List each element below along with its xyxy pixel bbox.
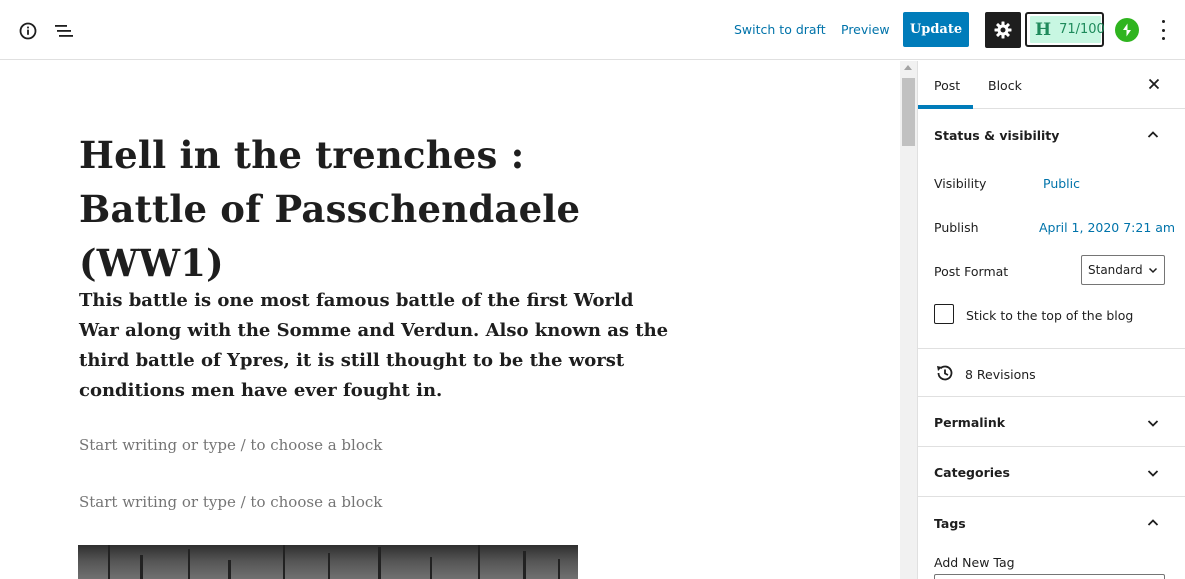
add-new-tag-label: Add New Tag	[934, 555, 1015, 570]
gear-icon	[994, 21, 1012, 39]
post-title[interactable]: Hell in the trenches : Battle of Passche…	[79, 128, 659, 290]
tab-block[interactable]: Block	[988, 78, 1022, 93]
status-visibility-toggle[interactable]: Status & visibility	[934, 128, 1059, 143]
publish-date-link[interactable]: April 1, 2020 7:21 am	[1039, 220, 1175, 235]
chevron-down-icon	[1148, 267, 1158, 274]
info-icon[interactable]	[16, 19, 40, 43]
chevron-down-icon[interactable]	[1146, 415, 1160, 429]
sidebar-tabs: Post Block	[918, 61, 1185, 109]
tags-panel: Tags Add New Tag	[918, 497, 1185, 579]
chevron-up-icon[interactable]	[1146, 515, 1160, 529]
categories-panel: Categories	[918, 447, 1185, 497]
image-block[interactable]	[78, 545, 578, 579]
seo-score-letter: H	[1035, 19, 1052, 40]
scroll-up-arrow-icon[interactable]	[904, 65, 912, 70]
editor-header: Switch to draft Preview Update H 71/100	[0, 0, 1185, 60]
switch-to-draft-button[interactable]: Switch to draft	[734, 22, 826, 37]
post-format-select[interactable]: Standard	[1081, 255, 1165, 285]
permalink-toggle[interactable]: Permalink	[934, 415, 1005, 430]
revisions-link[interactable]: 8 Revisions	[965, 367, 1036, 382]
chevron-down-icon[interactable]	[1146, 465, 1160, 479]
settings-button[interactable]	[985, 12, 1021, 48]
scrollbar-thumb[interactable]	[902, 78, 915, 146]
more-vertical-icon[interactable]	[1158, 20, 1168, 40]
editor-scrollbar[interactable]	[900, 61, 917, 579]
status-visibility-panel: Status & visibility Visibility Public Pu…	[918, 109, 1185, 349]
categories-toggle[interactable]: Categories	[934, 465, 1010, 480]
publish-label: Publish	[934, 220, 979, 235]
empty-block-placeholder[interactable]: Start writing or type / to choose a bloc…	[79, 436, 382, 454]
editor-canvas[interactable]: Hell in the trenches : Battle of Passche…	[0, 61, 900, 579]
tab-post[interactable]: Post	[934, 78, 960, 93]
add-tag-input[interactable]	[934, 574, 1165, 579]
intro-paragraph[interactable]: This battle is one most famous battle of…	[79, 286, 669, 406]
permalink-panel: Permalink	[918, 397, 1185, 447]
close-icon[interactable]	[1144, 74, 1164, 94]
post-format-value: Standard	[1088, 263, 1143, 277]
seo-score-value: 71/100	[1059, 22, 1105, 37]
history-icon	[934, 362, 956, 384]
jetpack-icon[interactable]	[1115, 18, 1139, 42]
visibility-label: Visibility	[934, 176, 987, 191]
revisions-panel[interactable]: 8 Revisions	[918, 349, 1185, 397]
list-view-icon[interactable]	[52, 19, 76, 43]
visibility-value-link[interactable]: Public	[1043, 176, 1080, 191]
settings-sidebar: Post Block Status & visibility Visibilit…	[917, 61, 1185, 579]
sticky-checkbox[interactable]	[934, 304, 954, 324]
update-button[interactable]: Update	[903, 12, 969, 47]
post-format-label: Post Format	[934, 264, 1009, 279]
sticky-label[interactable]: Stick to the top of the blog	[966, 308, 1133, 323]
seo-score-button[interactable]: H 71/100	[1025, 12, 1105, 47]
empty-block-placeholder[interactable]: Start writing or type / to choose a bloc…	[79, 493, 382, 511]
chevron-up-icon[interactable]	[1146, 127, 1160, 141]
seo-score-badge: H 71/100	[1030, 16, 1105, 43]
tags-toggle[interactable]: Tags	[934, 516, 966, 531]
preview-button[interactable]: Preview	[841, 22, 890, 37]
